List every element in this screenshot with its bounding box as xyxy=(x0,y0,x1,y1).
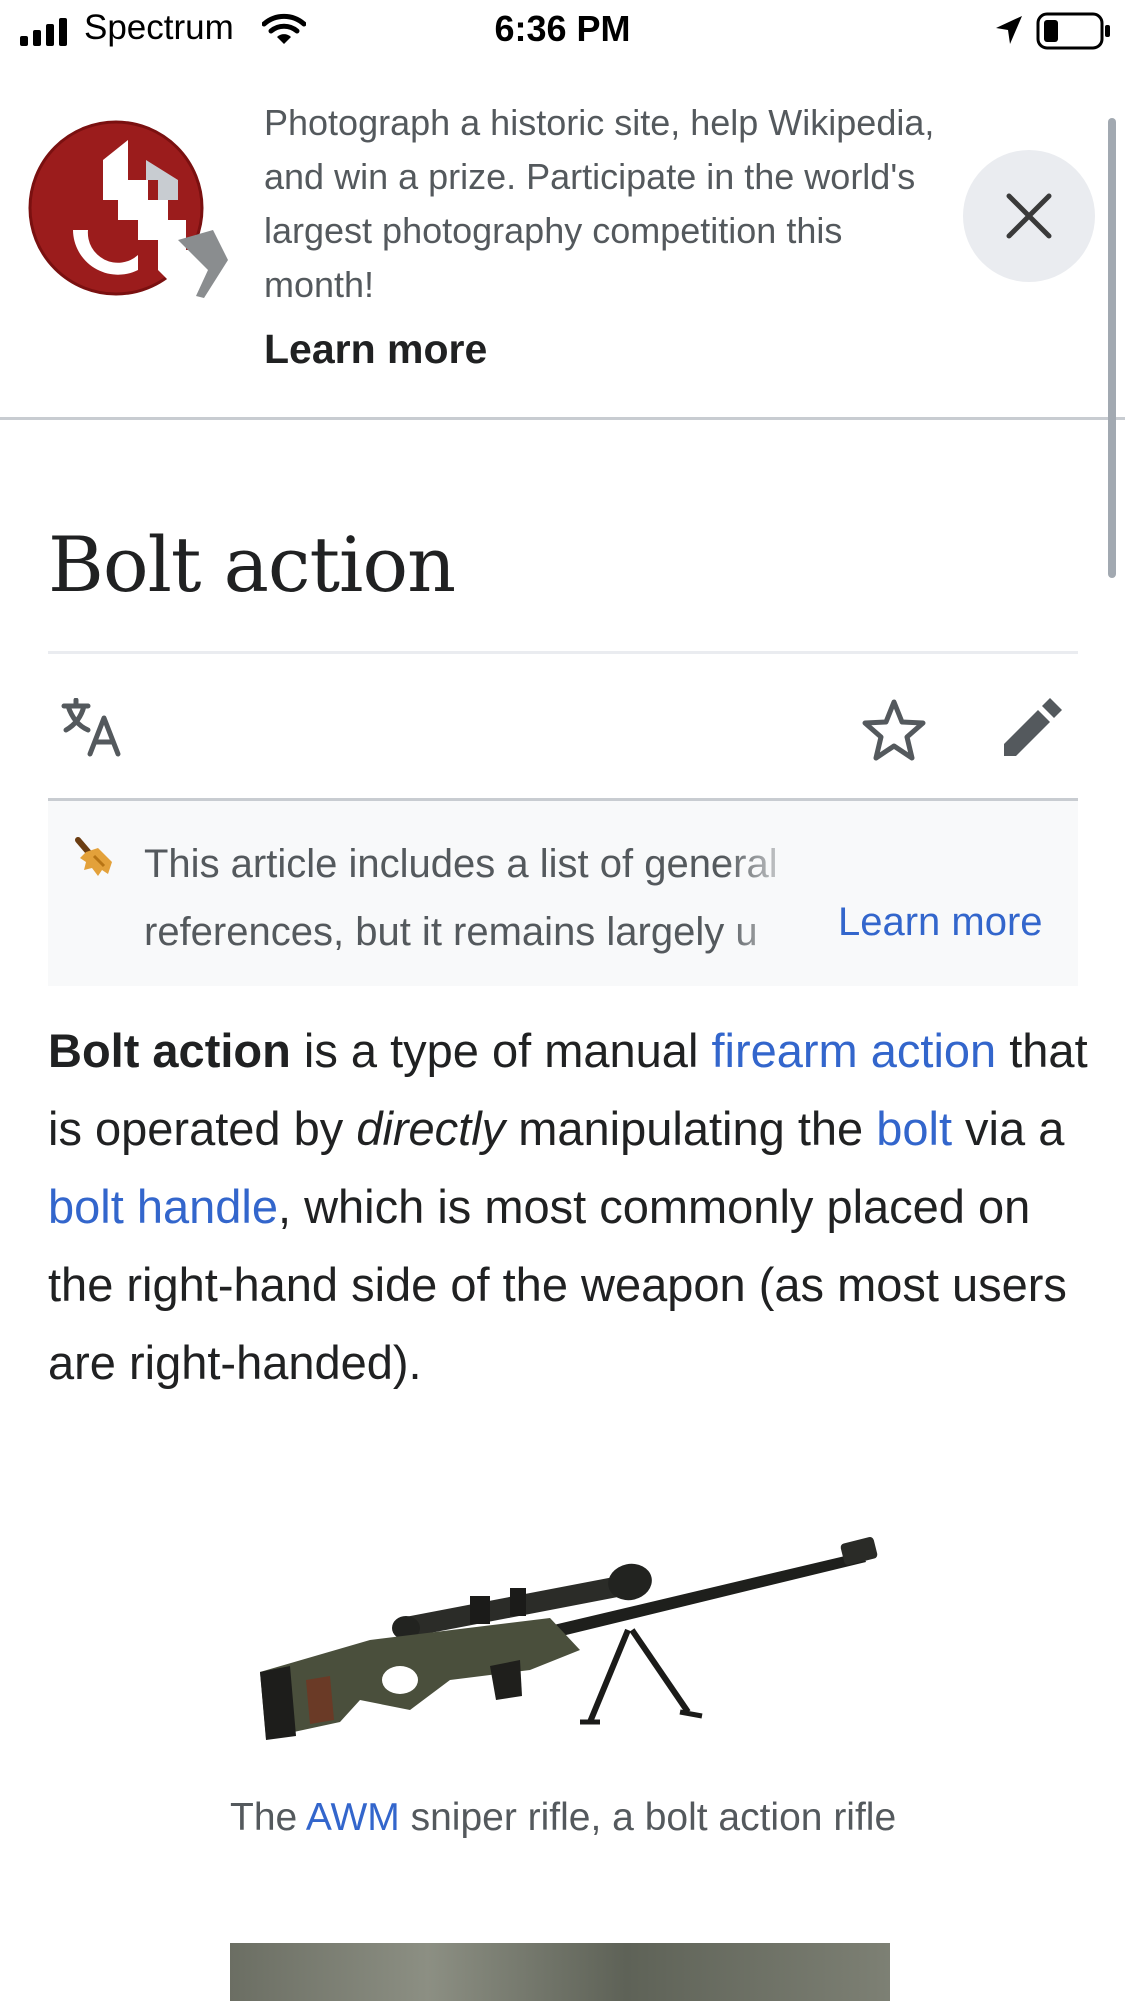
banner-text: Photograph a historic site, help Wikiped… xyxy=(264,102,935,305)
caption-text: The xyxy=(230,1796,306,1839)
wiki-loves-monuments-logo xyxy=(28,120,228,298)
language-button[interactable] xyxy=(60,698,126,758)
edit-button[interactable] xyxy=(1000,696,1064,760)
figure-caption: The AWM sniper rifle, a bolt action rifl… xyxy=(230,1786,930,1850)
watch-star-button[interactable] xyxy=(862,698,926,762)
clock: 6:36 PM xyxy=(494,8,631,49)
bold-term: Bolt action xyxy=(48,1024,291,1077)
star-icon xyxy=(862,699,926,761)
translate-icon xyxy=(61,698,121,757)
italic-term: directly xyxy=(356,1102,506,1155)
caption-text: sniper rifle, a bolt action rifle xyxy=(399,1796,897,1839)
broom-icon xyxy=(75,837,112,876)
title-divider xyxy=(48,651,1078,654)
notice-text: This article includes a list of general … xyxy=(144,842,778,954)
page-title: Bolt action xyxy=(48,520,456,609)
banner-close-button[interactable] xyxy=(963,150,1095,282)
banner-learn-more-link[interactable]: Learn more xyxy=(264,326,487,373)
bolt-handle-link[interactable]: bolt handle xyxy=(48,1180,278,1233)
second-figure-image[interactable] xyxy=(230,1943,890,2001)
intro-paragraph: Bolt action is a type of manual firearm … xyxy=(48,1012,1088,1402)
intro-text: is a type of manual xyxy=(290,1024,712,1077)
bolt-link[interactable]: bolt xyxy=(876,1102,952,1155)
location-arrow-icon xyxy=(996,16,1022,44)
firearm-action-link[interactable]: firearm action xyxy=(711,1024,996,1077)
close-icon xyxy=(1006,193,1052,239)
intro-text: manipulating the xyxy=(505,1102,877,1155)
awm-rifle-image[interactable] xyxy=(250,1500,880,1750)
status-bar: Spectrum 6:36 PM xyxy=(0,0,1125,64)
awm-link[interactable]: AWM xyxy=(306,1796,400,1839)
intro-text: via a xyxy=(952,1102,1065,1155)
scrollbar[interactable] xyxy=(1108,118,1116,578)
pencil-icon xyxy=(1004,698,1062,756)
notice-learn-more-link[interactable]: Learn more xyxy=(838,900,1043,945)
battery-icon xyxy=(1036,12,1110,50)
